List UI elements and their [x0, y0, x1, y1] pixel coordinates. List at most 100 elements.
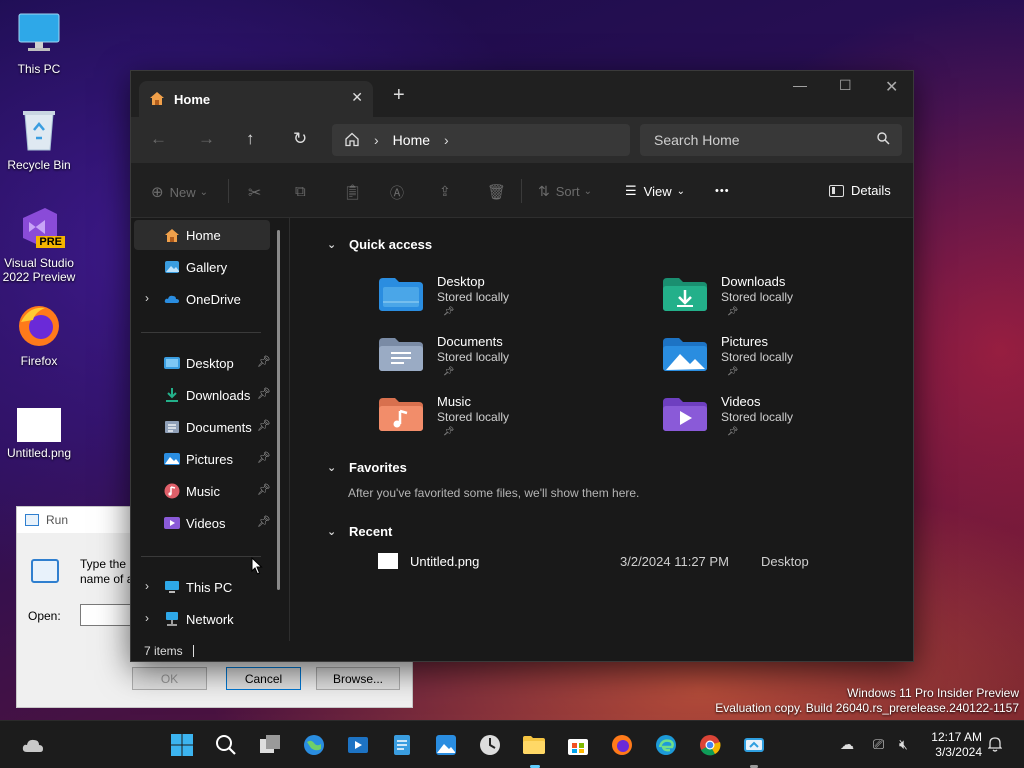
store-icon[interactable] — [566, 733, 590, 757]
chevron-right-icon[interactable]: › — [145, 611, 149, 625]
new-button[interactable]: ⊕ New ⌄ — [151, 183, 208, 201]
system-clock[interactable]: 12:17 AM 3/3/2024 — [922, 730, 982, 760]
breadcrumb-segment-home[interactable]: Home — [393, 132, 430, 148]
pin-icon[interactable]: 📌︎ — [257, 483, 271, 496]
up-icon[interactable]: ↑ — [246, 129, 255, 149]
photos-icon[interactable] — [434, 733, 458, 757]
chevron-right-icon[interactable]: › — [145, 291, 149, 305]
sidebar-item-music[interactable]: Music 📌︎ — [134, 476, 271, 506]
task-view-icon[interactable] — [258, 733, 282, 757]
forward-icon[interactable]: → — [198, 129, 215, 149]
firefox-icon — [15, 302, 63, 350]
download-arrow-icon — [164, 387, 180, 403]
desktop-icon-recycle-bin[interactable]: Recycle Bin — [1, 106, 77, 172]
quick-access-item-pictures[interactable]: Pictures Stored locally 📌︎ — [663, 334, 863, 390]
cloud-offline-icon[interactable]: ☁︎ — [840, 736, 854, 753]
close-tab-icon[interactable]: ✕ — [351, 89, 363, 106]
minimize-icon[interactable]: — — [793, 77, 807, 93]
clock-app-icon[interactable] — [478, 733, 502, 757]
content-area: ⌄ Quick access Desktop Stored locally 📌︎… — [290, 218, 913, 643]
sidebar-item-desktop[interactable]: Desktop 📌︎ — [134, 348, 271, 378]
network-display-icon[interactable]: ⎚ — [873, 736, 884, 753]
delete-icon[interactable]: 🗑︎ — [487, 183, 506, 201]
chevron-right-icon[interactable]: › — [444, 132, 449, 148]
network-icon — [164, 611, 180, 627]
chrome-icon[interactable] — [698, 733, 722, 757]
sidebar-item-this-pc[interactable]: › This PC — [134, 572, 270, 602]
recent-file-row[interactable]: Untitled.png 3/2/2024 11:27 PM Desktop — [348, 553, 908, 573]
more-options-icon[interactable]: ••• — [715, 185, 730, 197]
desktop-icon-label: This PC — [17, 62, 61, 76]
desktop-icon-visual-studio[interactable]: PRE Visual Studio 2022 Preview — [1, 204, 77, 284]
weather-cloud-icon[interactable] — [21, 733, 45, 757]
favorites-empty-message: After you've favorited some files, we'll… — [348, 486, 640, 500]
search-box[interactable]: Search Home — [640, 124, 902, 156]
pin-icon: 📌︎ — [727, 366, 739, 376]
favorites-header[interactable]: ⌄ Favorites — [327, 460, 407, 475]
clock-date: 3/3/2024 — [935, 745, 982, 759]
volume-muted-icon[interactable]: 🔇︎ — [899, 736, 908, 753]
quick-access-item-videos[interactable]: Videos Stored locally 📌︎ — [663, 394, 863, 450]
chevron-right-icon[interactable]: › — [145, 579, 149, 593]
cancel-button[interactable]: Cancel — [226, 667, 301, 690]
browser-globe-icon[interactable] — [302, 733, 326, 757]
ok-button[interactable]: OK — [132, 667, 207, 690]
browse-button[interactable]: Browse... — [316, 667, 400, 690]
start-windows-icon[interactable] — [170, 733, 194, 757]
chevron-down-icon: ⌄ — [583, 186, 592, 197]
quick-access-item-downloads[interactable]: Downloads Stored locally 📌︎ — [663, 274, 863, 330]
search-icon[interactable] — [214, 733, 238, 757]
file-explorer-icon[interactable] — [522, 733, 546, 757]
run-app-icon[interactable] — [742, 733, 766, 757]
sidebar-item-documents[interactable]: Documents 📌︎ — [134, 412, 271, 442]
watermark-build: Evaluation copy. Build 26040.rs_prerelea… — [715, 701, 1019, 715]
cut-icon[interactable]: ✂ — [248, 183, 261, 203]
media-player-icon[interactable] — [346, 733, 370, 757]
sidebar-item-gallery[interactable]: Gallery — [134, 252, 270, 282]
sidebar-item-pictures[interactable]: Pictures 📌︎ — [134, 444, 271, 474]
pin-icon[interactable]: 📌︎ — [257, 387, 271, 400]
desktop-icon-label: Visual Studio 2022 Preview — [2, 256, 76, 284]
pictures-icon — [164, 451, 180, 467]
toolbar-separator — [228, 179, 229, 203]
pin-icon: 📌︎ — [443, 366, 455, 376]
rename-icon[interactable]: Ⓐ — [390, 183, 404, 203]
view-button[interactable]: ☰ View ⌄ — [625, 183, 685, 199]
pin-icon[interactable]: 📌︎ — [257, 419, 271, 432]
sidebar-item-downloads[interactable]: Downloads 📌︎ — [134, 380, 271, 410]
quick-access-header[interactable]: ⌄ Quick access — [327, 237, 432, 252]
pin-icon[interactable]: 📌︎ — [257, 355, 271, 368]
back-icon[interactable]: ← — [150, 129, 167, 149]
sidebar-item-network[interactable]: › Network — [134, 604, 270, 634]
close-window-icon[interactable]: ✕ — [885, 77, 898, 97]
details-button[interactable]: Details — [829, 183, 891, 198]
copy-icon[interactable]: ⧉ — [295, 183, 306, 200]
quick-access-item-music[interactable]: Music Stored locally 📌︎ — [379, 394, 579, 450]
new-tab-button[interactable]: + — [393, 84, 405, 107]
desktop-icon-untitled-png[interactable]: Untitled.png — [1, 408, 77, 460]
refresh-icon[interactable]: ↻ — [293, 129, 307, 149]
desktop-icon-firefox[interactable]: Firefox — [1, 302, 77, 368]
quick-access-item-documents[interactable]: Documents Stored locally 📌︎ — [379, 334, 579, 390]
desktop-folder-icon — [379, 276, 423, 312]
notification-bell-icon[interactable] — [987, 736, 1003, 755]
pin-icon[interactable]: 📌︎ — [257, 451, 271, 464]
notepad-icon[interactable] — [390, 733, 414, 757]
desktop-icon-this-pc[interactable]: This PC — [1, 10, 77, 76]
paste-icon[interactable]: 📋︎ — [343, 183, 362, 201]
quick-access-item-desktop[interactable]: Desktop Stored locally 📌︎ — [379, 274, 579, 330]
maximize-icon[interactable]: ☐ — [839, 77, 852, 94]
recent-header[interactable]: ⌄ Recent — [327, 524, 392, 539]
sidebar-item-onedrive[interactable]: › OneDrive — [134, 284, 270, 314]
sort-button[interactable]: ⇅ Sort ⌄ — [538, 183, 592, 200]
firefox-icon[interactable] — [610, 733, 634, 757]
breadcrumb[interactable]: › Home › — [332, 124, 630, 156]
tab-home[interactable]: Home ✕ — [139, 81, 373, 117]
taskbar: ☁︎ ⎚ 🔇︎ 12:17 AM 3/3/2024 — [0, 720, 1024, 768]
pin-icon[interactable]: 📌︎ — [257, 515, 271, 528]
sidebar-item-home[interactable]: Home — [134, 220, 270, 250]
edge-icon[interactable] — [654, 733, 678, 757]
sidebar-item-videos[interactable]: Videos 📌︎ — [134, 508, 271, 538]
sidebar-scrollbar[interactable] — [277, 230, 280, 590]
share-icon[interactable]: ⇪ — [439, 183, 451, 200]
